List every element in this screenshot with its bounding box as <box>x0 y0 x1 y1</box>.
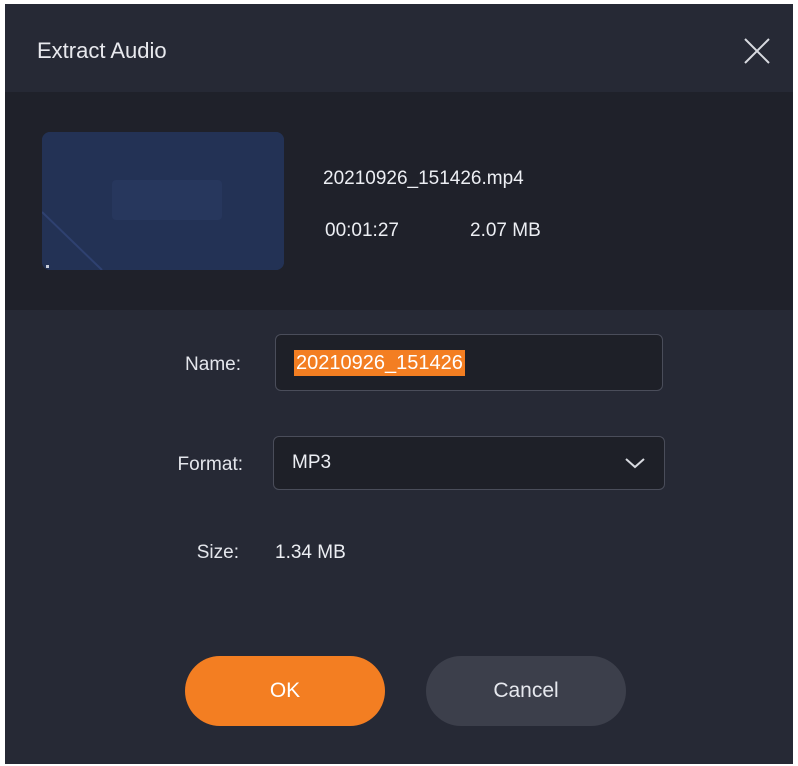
chevron-down-icon <box>624 455 646 471</box>
format-label: Format: <box>177 454 243 475</box>
file-size: 2.07 MB <box>470 220 541 241</box>
size-label: Size: <box>196 542 239 563</box>
extract-audio-dialog: Extract Audio 20210926_151426.mp4 00:01:… <box>5 4 793 764</box>
format-select-value: MP3 <box>292 452 332 473</box>
name-input-value: 20210926_151426 <box>294 350 465 376</box>
ok-button[interactable]: OK <box>185 656 385 726</box>
dialog-title: Extract Audio <box>37 38 167 63</box>
format-select[interactable]: MP3 <box>273 436 665 490</box>
name-label: Name: <box>185 354 241 375</box>
size-value: 1.34 MB <box>275 542 346 563</box>
name-input[interactable]: 20210926_151426 <box>275 334 663 391</box>
cancel-button[interactable]: Cancel <box>426 656 626 726</box>
file-info-panel: 20210926_151426.mp4 00:01:27 2.07 MB <box>5 92 793 310</box>
title-bar: Extract Audio <box>5 4 793 92</box>
close-icon[interactable] <box>742 36 772 66</box>
file-duration: 00:01:27 <box>325 220 399 241</box>
file-name: 20210926_151426.mp4 <box>323 168 524 189</box>
video-thumbnail <box>42 132 284 270</box>
